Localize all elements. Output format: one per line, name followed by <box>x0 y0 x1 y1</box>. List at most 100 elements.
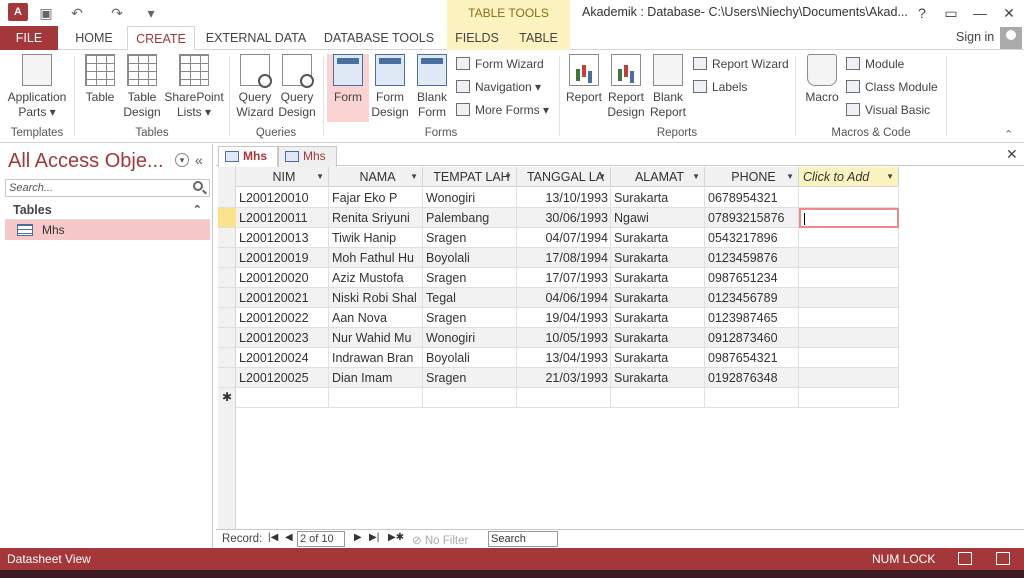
table-cell[interactable]: Surakarta <box>611 268 705 288</box>
new-record-cell[interactable] <box>799 388 899 408</box>
close-button[interactable]: ✕ <box>997 3 1021 23</box>
column-dropdown-icon[interactable]: ▼ <box>786 167 794 186</box>
table-cell[interactable]: Palembang <box>423 208 517 228</box>
report-button[interactable]: Report <box>564 54 604 105</box>
record-selector[interactable] <box>218 348 236 368</box>
header-nim[interactable]: NIM ▼ <box>236 167 329 187</box>
user-avatar[interactable] <box>1000 27 1022 49</box>
table-cell[interactable]: Surakarta <box>611 308 705 328</box>
visual-basic-button[interactable]: Visual Basic <box>846 100 930 120</box>
nav-pane-menu-icon[interactable]: ▾ <box>175 153 189 167</box>
table-cell[interactable]: 13/10/1993 <box>517 188 611 208</box>
table-cell[interactable]: Tiwik Hanip <box>329 228 423 248</box>
previous-record-icon[interactable]: ◀ <box>285 532 293 543</box>
table-cell[interactable] <box>799 308 899 328</box>
table-cell[interactable] <box>799 328 899 348</box>
report-design-button[interactable]: Report Design <box>606 54 646 120</box>
table-cell[interactable]: 17/07/1993 <box>517 268 611 288</box>
more-forms-button[interactable]: More Forms ▾ <box>456 100 549 120</box>
table-cell[interactable]: L200120022 <box>236 308 329 328</box>
table-cell[interactable]: 0987651234 <box>705 268 799 288</box>
customize-qat-icon[interactable]: ▾ <box>142 4 160 22</box>
macro-button[interactable]: Macro <box>800 54 844 105</box>
restore-button[interactable] <box>968 3 992 23</box>
table-cell[interactable]: L200120023 <box>236 328 329 348</box>
access-app-icon[interactable]: A <box>8 3 28 21</box>
record-selector[interactable] <box>218 188 236 208</box>
table-cell[interactable]: 04/07/1994 <box>517 228 611 248</box>
undo-icon[interactable]: ↶ <box>68 4 86 22</box>
redo-icon[interactable]: ↷ <box>108 4 126 22</box>
table-cell[interactable] <box>799 188 899 208</box>
table-cell[interactable]: Tegal <box>423 288 517 308</box>
new-record-cell[interactable] <box>423 388 517 408</box>
search-icon[interactable] <box>193 181 203 191</box>
table-cell[interactable]: 0123459876 <box>705 248 799 268</box>
table-cell[interactable]: Indrawan Bran <box>329 348 423 368</box>
table-cell[interactable] <box>799 348 899 368</box>
module-button[interactable]: Module <box>846 54 904 74</box>
table-cell[interactable] <box>799 368 899 388</box>
table-cell[interactable] <box>799 228 899 248</box>
table-cell[interactable]: 10/05/1993 <box>517 328 611 348</box>
table-cell[interactable]: Moh Fathul Hu <box>329 248 423 268</box>
report-wizard-button[interactable]: Report Wizard <box>693 54 789 74</box>
tab-home[interactable]: HOME <box>68 26 120 50</box>
form-wizard-button[interactable]: Form Wizard <box>456 54 544 74</box>
record-selector[interactable] <box>218 288 236 308</box>
record-selector[interactable] <box>218 308 236 328</box>
table-design-button[interactable]: Table Design <box>122 54 162 120</box>
table-cell[interactable]: Wonogiri <box>423 188 517 208</box>
close-document-icon[interactable]: ✕ <box>1006 146 1018 163</box>
table-cell[interactable]: Niski Robi Shal <box>329 288 423 308</box>
nav-item-mhs[interactable]: Mhs <box>5 220 210 240</box>
table-cell[interactable] <box>799 288 899 308</box>
nav-search-input[interactable]: Search... <box>5 179 210 197</box>
form-design-button[interactable]: Form Design <box>370 54 410 120</box>
table-cell[interactable]: 19/04/1993 <box>517 308 611 328</box>
table-cell[interactable]: 07893215876 <box>705 208 799 228</box>
table-cell[interactable]: 0123456789 <box>705 288 799 308</box>
form-button[interactable]: Form <box>327 54 369 122</box>
table-cell[interactable]: Sragen <box>423 308 517 328</box>
query-wizard-button[interactable]: Query Wizard <box>234 54 276 120</box>
table-cell[interactable]: L200120019 <box>236 248 329 268</box>
table-cell[interactable]: L200120021 <box>236 288 329 308</box>
sign-in-link[interactable]: Sign in <box>956 30 994 44</box>
table-cell[interactable]: Surakarta <box>611 348 705 368</box>
tab-external-data[interactable]: EXTERNAL DATA <box>203 26 309 50</box>
column-dropdown-icon[interactable]: ▼ <box>598 167 606 186</box>
table-cell[interactable]: L200120020 <box>236 268 329 288</box>
doc-tab-mhs-form[interactable]: Mhs <box>278 146 337 167</box>
record-selector[interactable] <box>218 368 236 388</box>
table-cell[interactable]: Surakarta <box>611 228 705 248</box>
record-selector[interactable] <box>218 208 236 228</box>
class-module-button[interactable]: Class Module <box>846 77 938 97</box>
tab-fields[interactable]: FIELDS <box>447 26 507 50</box>
header-alamat[interactable]: ALAMAT ▼ <box>611 167 705 187</box>
tab-database-tools[interactable]: DATABASE TOOLS <box>320 26 438 50</box>
new-record-cell[interactable] <box>236 388 329 408</box>
table-cell[interactable]: Surakarta <box>611 368 705 388</box>
table-cell[interactable]: 0912873460 <box>705 328 799 348</box>
navigation-button[interactable]: Navigation ▾ <box>456 77 541 97</box>
record-selector[interactable] <box>218 268 236 288</box>
datasheet-view-icon[interactable] <box>958 552 972 565</box>
header-tanggal-lahir[interactable]: TANGGAL LA ▼ <box>517 167 611 187</box>
shutter-bar-close-icon[interactable]: « <box>195 152 203 168</box>
table-cell[interactable]: L200120010 <box>236 188 329 208</box>
table-cell[interactable]: L200120024 <box>236 348 329 368</box>
table-cell[interactable]: Wonogiri <box>423 328 517 348</box>
record-search-input[interactable]: Search <box>488 531 558 547</box>
table-cell[interactable] <box>799 208 899 228</box>
new-record-icon[interactable]: ▶✱ <box>388 532 404 543</box>
table-cell[interactable]: Sragen <box>423 368 517 388</box>
table-cell[interactable]: 0192876348 <box>705 368 799 388</box>
table-cell[interactable]: 04/06/1994 <box>517 288 611 308</box>
table-button[interactable]: Table <box>80 54 120 105</box>
new-record-cell[interactable] <box>517 388 611 408</box>
header-click-to-add[interactable]: Click to Add ▼ <box>799 167 899 187</box>
table-cell[interactable]: 13/04/1993 <box>517 348 611 368</box>
table-cell[interactable]: Fajar Eko P <box>329 188 423 208</box>
table-cell[interactable]: 0678954321 <box>705 188 799 208</box>
